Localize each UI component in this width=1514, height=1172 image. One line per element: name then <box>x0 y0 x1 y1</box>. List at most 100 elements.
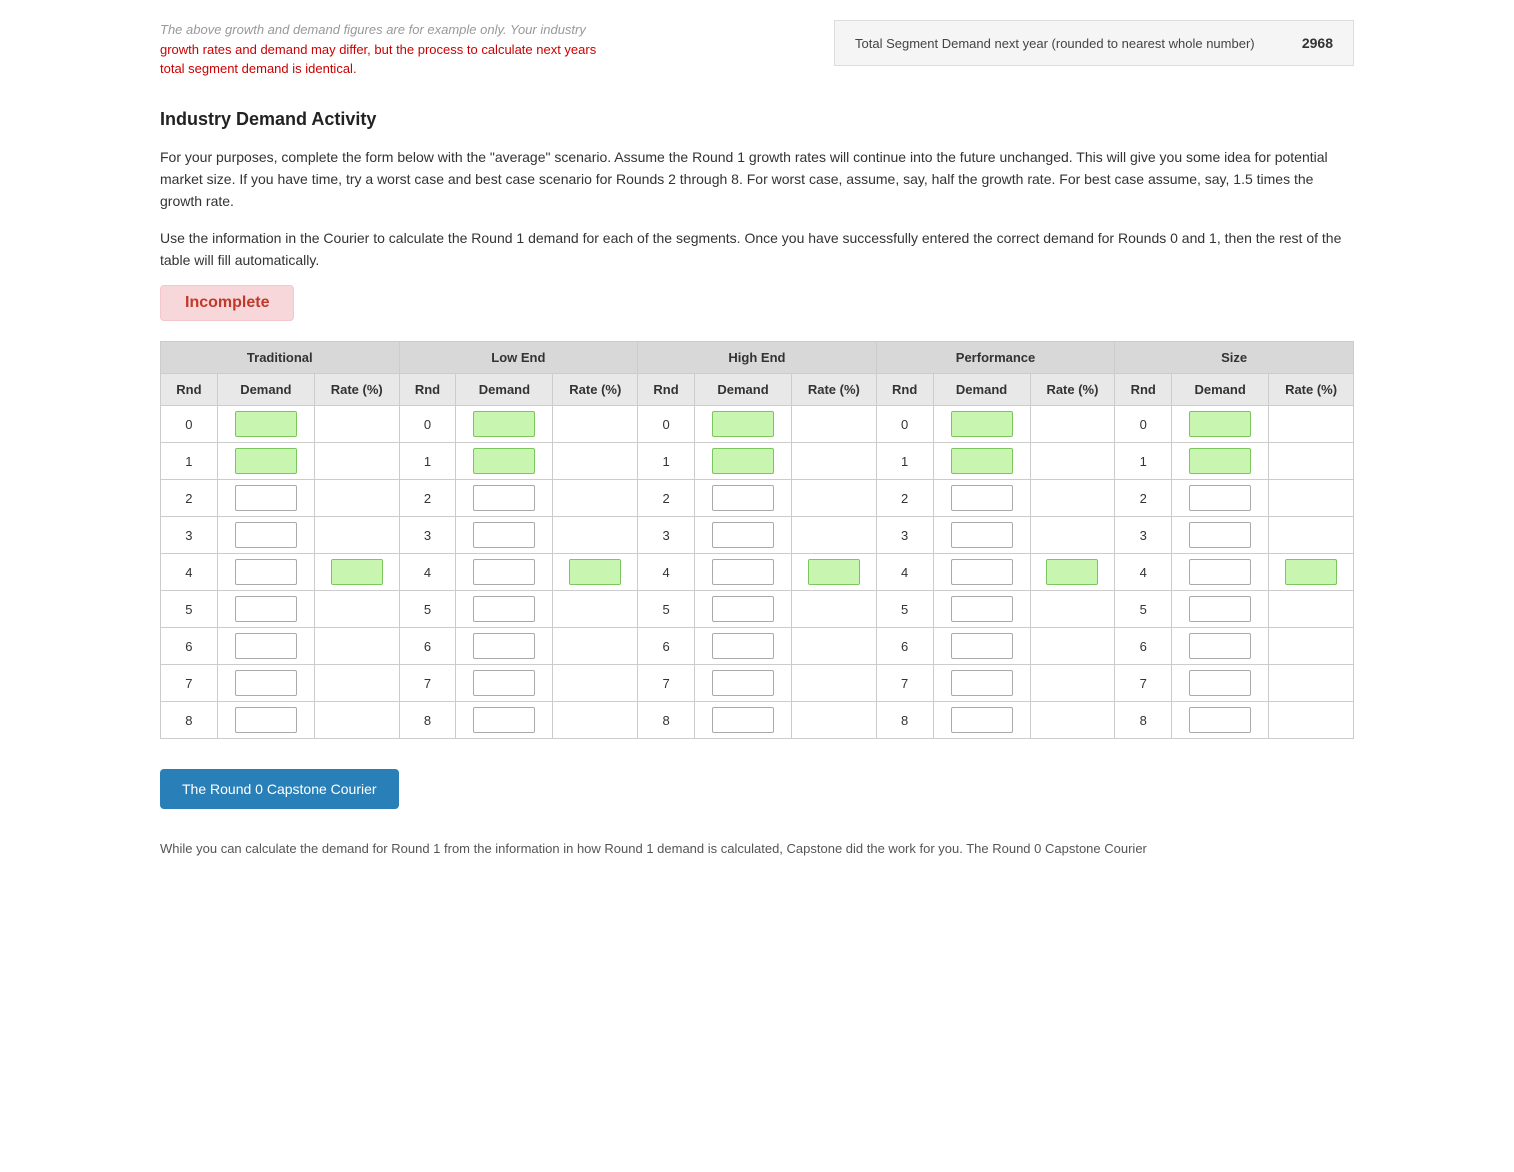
perf-rate-4[interactable] <box>1030 554 1115 591</box>
low-demand-input-0[interactable] <box>473 411 535 437</box>
size-demand-2[interactable] <box>1172 480 1269 517</box>
perf-demand-input-7[interactable] <box>951 670 1013 696</box>
trad-demand-0[interactable] <box>217 406 314 443</box>
size-demand-input-5[interactable] <box>1189 596 1251 622</box>
size-demand-5[interactable] <box>1172 591 1269 628</box>
trad-demand-4[interactable] <box>217 554 314 591</box>
perf-demand-input-8[interactable] <box>951 707 1013 733</box>
high-demand-input-8[interactable] <box>712 707 774 733</box>
size-demand-7[interactable] <box>1172 665 1269 702</box>
low-demand-input-1[interactable] <box>473 448 535 474</box>
high-demand-input-1[interactable] <box>712 448 774 474</box>
low-demand-1[interactable] <box>456 443 553 480</box>
high-demand-input-3[interactable] <box>712 522 774 548</box>
size-demand-6[interactable] <box>1172 628 1269 665</box>
trad-demand-input-3[interactable] <box>235 522 297 548</box>
size-rate-input-4[interactable] <box>1285 559 1337 585</box>
size-demand-input-2[interactable] <box>1189 485 1251 511</box>
perf-demand-4[interactable] <box>933 554 1030 591</box>
low-rate-input-4[interactable] <box>569 559 621 585</box>
size-demand-1[interactable] <box>1172 443 1269 480</box>
trad-demand-input-1[interactable] <box>235 448 297 474</box>
high-demand-input-6[interactable] <box>712 633 774 659</box>
trad-demand-input-4[interactable] <box>235 559 297 585</box>
size-demand-input-0[interactable] <box>1189 411 1251 437</box>
size-demand-input-3[interactable] <box>1189 522 1251 548</box>
high-demand-2[interactable] <box>694 480 791 517</box>
low-demand-0[interactable] <box>456 406 553 443</box>
low-demand-input-4[interactable] <box>473 559 535 585</box>
high-demand-7[interactable] <box>694 665 791 702</box>
high-demand-6[interactable] <box>694 628 791 665</box>
size-demand-input-8[interactable] <box>1189 707 1251 733</box>
low-demand-input-6[interactable] <box>473 633 535 659</box>
size-demand-input-7[interactable] <box>1189 670 1251 696</box>
trad-demand-1[interactable] <box>217 443 314 480</box>
perf-demand-0[interactable] <box>933 406 1030 443</box>
perf-demand-2[interactable] <box>933 480 1030 517</box>
trad-rate-input-4[interactable] <box>331 559 383 585</box>
low-demand-input-5[interactable] <box>473 596 535 622</box>
high-demand-0[interactable] <box>694 406 791 443</box>
trad-demand-3[interactable] <box>217 517 314 554</box>
low-demand-4[interactable] <box>456 554 553 591</box>
high-demand-5[interactable] <box>694 591 791 628</box>
perf-demand-3[interactable] <box>933 517 1030 554</box>
trad-rate-4[interactable] <box>314 554 399 591</box>
low-demand-5[interactable] <box>456 591 553 628</box>
high-demand-input-4[interactable] <box>712 559 774 585</box>
high-rate-input-4[interactable] <box>808 559 860 585</box>
low-demand-2[interactable] <box>456 480 553 517</box>
high-demand-input-5[interactable] <box>712 596 774 622</box>
perf-demand-6[interactable] <box>933 628 1030 665</box>
perf-demand-1[interactable] <box>933 443 1030 480</box>
trad-demand-input-5[interactable] <box>235 596 297 622</box>
high-rate-4[interactable] <box>792 554 877 591</box>
size-rate-4[interactable] <box>1269 554 1354 591</box>
trad-demand-5[interactable] <box>217 591 314 628</box>
size-demand-0[interactable] <box>1172 406 1269 443</box>
size-demand-input-1[interactable] <box>1189 448 1251 474</box>
courier-button[interactable]: The Round 0 Capstone Courier <box>160 769 399 809</box>
perf-demand-input-5[interactable] <box>951 596 1013 622</box>
trad-demand-7[interactable] <box>217 665 314 702</box>
perf-demand-input-6[interactable] <box>951 633 1013 659</box>
trad-demand-8[interactable] <box>217 702 314 739</box>
perf-demand-input-1[interactable] <box>951 448 1013 474</box>
low-demand-8[interactable] <box>456 702 553 739</box>
perf-demand-5[interactable] <box>933 591 1030 628</box>
low-demand-7[interactable] <box>456 665 553 702</box>
trad-demand-input-2[interactable] <box>235 485 297 511</box>
trad-demand-input-8[interactable] <box>235 707 297 733</box>
high-demand-8[interactable] <box>694 702 791 739</box>
low-demand-input-3[interactable] <box>473 522 535 548</box>
low-demand-input-2[interactable] <box>473 485 535 511</box>
low-demand-input-7[interactable] <box>473 670 535 696</box>
low-rate-4[interactable] <box>553 554 638 591</box>
perf-demand-input-3[interactable] <box>951 522 1013 548</box>
low-demand-6[interactable] <box>456 628 553 665</box>
perf-demand-input-4[interactable] <box>951 559 1013 585</box>
perf-demand-input-0[interactable] <box>951 411 1013 437</box>
perf-rate-input-4[interactable] <box>1046 559 1098 585</box>
high-demand-4[interactable] <box>694 554 791 591</box>
low-demand-input-8[interactable] <box>473 707 535 733</box>
high-demand-3[interactable] <box>694 517 791 554</box>
trad-demand-input-6[interactable] <box>235 633 297 659</box>
low-demand-3[interactable] <box>456 517 553 554</box>
perf-demand-input-2[interactable] <box>951 485 1013 511</box>
size-demand-input-4[interactable] <box>1189 559 1251 585</box>
high-demand-input-7[interactable] <box>712 670 774 696</box>
size-demand-8[interactable] <box>1172 702 1269 739</box>
perf-demand-7[interactable] <box>933 665 1030 702</box>
size-demand-3[interactable] <box>1172 517 1269 554</box>
trad-demand-2[interactable] <box>217 480 314 517</box>
size-demand-4[interactable] <box>1172 554 1269 591</box>
trad-demand-input-0[interactable] <box>235 411 297 437</box>
high-demand-1[interactable] <box>694 443 791 480</box>
high-demand-input-2[interactable] <box>712 485 774 511</box>
trad-demand-6[interactable] <box>217 628 314 665</box>
perf-demand-8[interactable] <box>933 702 1030 739</box>
high-demand-input-0[interactable] <box>712 411 774 437</box>
size-demand-input-6[interactable] <box>1189 633 1251 659</box>
